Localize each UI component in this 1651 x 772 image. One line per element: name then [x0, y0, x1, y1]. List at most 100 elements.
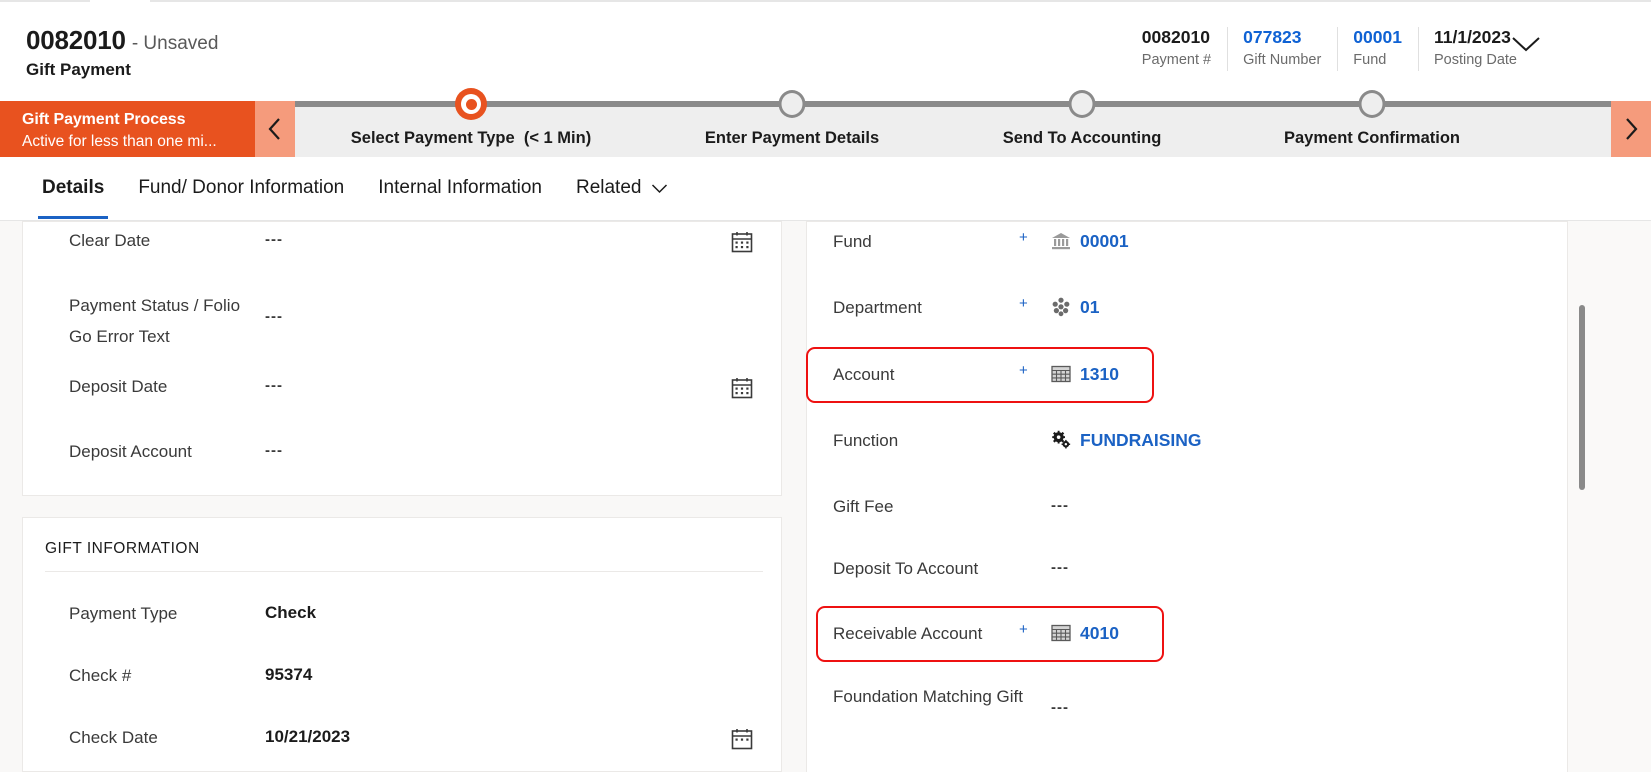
stage-label: Select Payment Type (< 1 Min) — [350, 129, 592, 147]
quick-view-fields: 0082010 Payment # 077823 Gift Number 000… — [1126, 25, 1533, 77]
card-divider — [45, 571, 763, 572]
process-stage-enter-payment-details[interactable]: Enter Payment Details — [647, 90, 937, 157]
required-indicator: + — [1019, 295, 1028, 312]
field-check-date[interactable]: Check Date 10/21/2023 — [23, 724, 781, 750]
field-deposit-account[interactable]: Deposit Account --- — [23, 438, 781, 464]
quick-field-value: 11/1/2023 — [1433, 27, 1511, 47]
field-value: Check — [265, 603, 317, 622]
field-label: Check # — [69, 666, 132, 685]
tab-internal-information[interactable]: Internal Information — [361, 157, 559, 219]
left-form-column: Clear Date --- Payment Status / Folio Go… — [22, 221, 782, 772]
field-link-value[interactable]: FUNDRAISING — [1080, 428, 1202, 452]
calendar-icon[interactable] — [731, 728, 753, 750]
field-label: Department — [833, 298, 922, 317]
stage-active-node-icon — [455, 88, 487, 120]
field-deposit-to-account[interactable]: Deposit To Account --- — [807, 555, 1567, 581]
process-status: Active for less than one mi... — [22, 133, 217, 150]
field-value: --- — [1051, 559, 1069, 576]
field-value: 4010 — [1023, 620, 1553, 645]
tab-fund-donor-information[interactable]: Fund/ Donor Information — [121, 157, 361, 219]
record-id: 0082010 — [26, 25, 126, 55]
field-link-value[interactable]: 00001 — [1080, 229, 1129, 253]
quick-field-label: Payment # — [1141, 52, 1212, 68]
payment-details-card: Clear Date --- Payment Status / Folio Go… — [22, 221, 782, 496]
field-label: Deposit Date — [69, 377, 168, 396]
field-label: Deposit To Account — [833, 559, 979, 578]
field-link-value[interactable]: 01 — [1080, 295, 1099, 319]
field-label: Payment Type — [69, 604, 178, 623]
field-label: Receivable Account — [833, 624, 983, 643]
stage-label: Enter Payment Details — [704, 129, 880, 147]
field-check-number[interactable]: Check # 95374 — [23, 662, 781, 688]
stage-node-icon — [1358, 90, 1386, 118]
record-header: 0082010- Unsaved Gift Payment 0082010 Pa… — [0, 3, 1651, 95]
field-gift-fee[interactable]: Gift Fee --- — [807, 493, 1567, 519]
entity-name: Gift Payment — [26, 60, 131, 79]
page-scrollbar-track[interactable] — [1568, 221, 1651, 772]
field-clear-date[interactable]: Clear Date --- — [23, 227, 781, 253]
quick-field-label: Fund — [1353, 52, 1387, 68]
tab-label: Related — [575, 177, 642, 198]
record-title-group: 0082010- Unsaved — [26, 25, 218, 56]
calendar-icon[interactable] — [731, 377, 753, 399]
field-value: --- — [265, 308, 283, 325]
field-function[interactable]: Function FUNDRAISING — [807, 427, 1567, 453]
field-label: Check Date — [69, 728, 158, 747]
field-payment-type[interactable]: Payment Type Check — [23, 600, 781, 626]
accounting-distribution-card: Fund + 00001 Department + 01 Account + 1… — [806, 221, 1568, 772]
required-indicator: + — [1019, 362, 1028, 379]
field-value: --- — [1051, 699, 1069, 716]
stage-node-icon — [1068, 90, 1096, 118]
field-link-value[interactable]: 1310 — [1080, 362, 1119, 386]
field-value: FUNDRAISING — [1023, 427, 1553, 452]
process-stage-payment-confirmation[interactable]: Payment Confirmation — [1227, 90, 1517, 157]
field-label: Account — [833, 365, 895, 384]
calendar-icon[interactable] — [731, 231, 753, 253]
chevron-right-icon[interactable] — [1611, 101, 1651, 157]
right-form-column: Fund + 00001 Department + 01 Account + 1… — [806, 221, 1568, 772]
stage-node-icon — [778, 90, 806, 118]
tab-related[interactable]: Related — [559, 157, 686, 219]
gift-information-card: GIFT INFORMATION Payment Type Check Chec… — [22, 517, 782, 772]
bank-icon — [1051, 231, 1071, 251]
gift-payment-record-page: 0082010- Unsaved Gift Payment 0082010 Pa… — [0, 0, 1651, 772]
business-process-flow: Gift Payment Process Active for less tha… — [0, 88, 1651, 157]
required-indicator: + — [1019, 621, 1028, 638]
process-name-block[interactable]: Gift Payment Process Active for less tha… — [0, 101, 255, 157]
field-label: Foundation Matching Gift — [833, 687, 1023, 706]
field-foundation-matching-gift[interactable]: Foundation Matching Gift --- — [807, 679, 1567, 720]
field-value: 1310 — [1023, 361, 1553, 386]
field-deposit-date[interactable]: Deposit Date --- — [23, 373, 781, 399]
chevron-down-icon — [651, 183, 668, 194]
field-fund[interactable]: Fund + 00001 — [807, 228, 1567, 254]
quick-field-value[interactable]: 00001 — [1353, 25, 1402, 49]
process-stage-send-to-accounting[interactable]: Send To Accounting — [937, 90, 1227, 157]
field-value: 01 — [1023, 294, 1553, 319]
process-stage-select-payment-type[interactable]: Select Payment Type (< 1 Min) — [295, 88, 647, 157]
process-name: Gift Payment Process — [22, 111, 186, 128]
field-payment-status-folio-error[interactable]: Payment Status / Folio Go Error Text --- — [23, 288, 781, 352]
process-stage-track: Select Payment Type (< 1 Min) Enter Paym… — [295, 88, 1611, 157]
gears-icon — [1051, 430, 1071, 450]
field-value: --- — [265, 377, 283, 394]
field-link-value[interactable]: 4010 — [1080, 621, 1119, 645]
quick-field-fund[interactable]: 00001 Fund — [1337, 25, 1418, 71]
stage-label: Payment Confirmation — [1283, 129, 1461, 147]
field-value: 10/21/2023 — [265, 727, 351, 746]
field-label: Gift Fee — [833, 497, 894, 516]
chevron-down-icon[interactable] — [1509, 33, 1543, 55]
field-department[interactable]: Department + 01 — [807, 294, 1567, 320]
quick-field-gift-number[interactable]: 077823 Gift Number — [1227, 25, 1337, 71]
field-label: Fund — [833, 232, 872, 251]
field-label: Function — [833, 431, 899, 450]
cluster-icon — [1051, 297, 1071, 317]
field-value: 00001 — [1023, 228, 1553, 253]
tab-details[interactable]: Details — [25, 157, 121, 219]
chevron-left-icon[interactable] — [255, 101, 295, 157]
quick-field-payment-number: 0082010 Payment # — [1126, 25, 1227, 71]
field-account[interactable]: Account + 1310 — [807, 361, 1567, 387]
page-scrollbar-thumb[interactable] — [1579, 305, 1585, 490]
quick-field-value[interactable]: 077823 — [1243, 25, 1301, 49]
field-value: --- — [265, 442, 283, 459]
field-receivable-account[interactable]: Receivable Account + 4010 — [807, 620, 1567, 646]
